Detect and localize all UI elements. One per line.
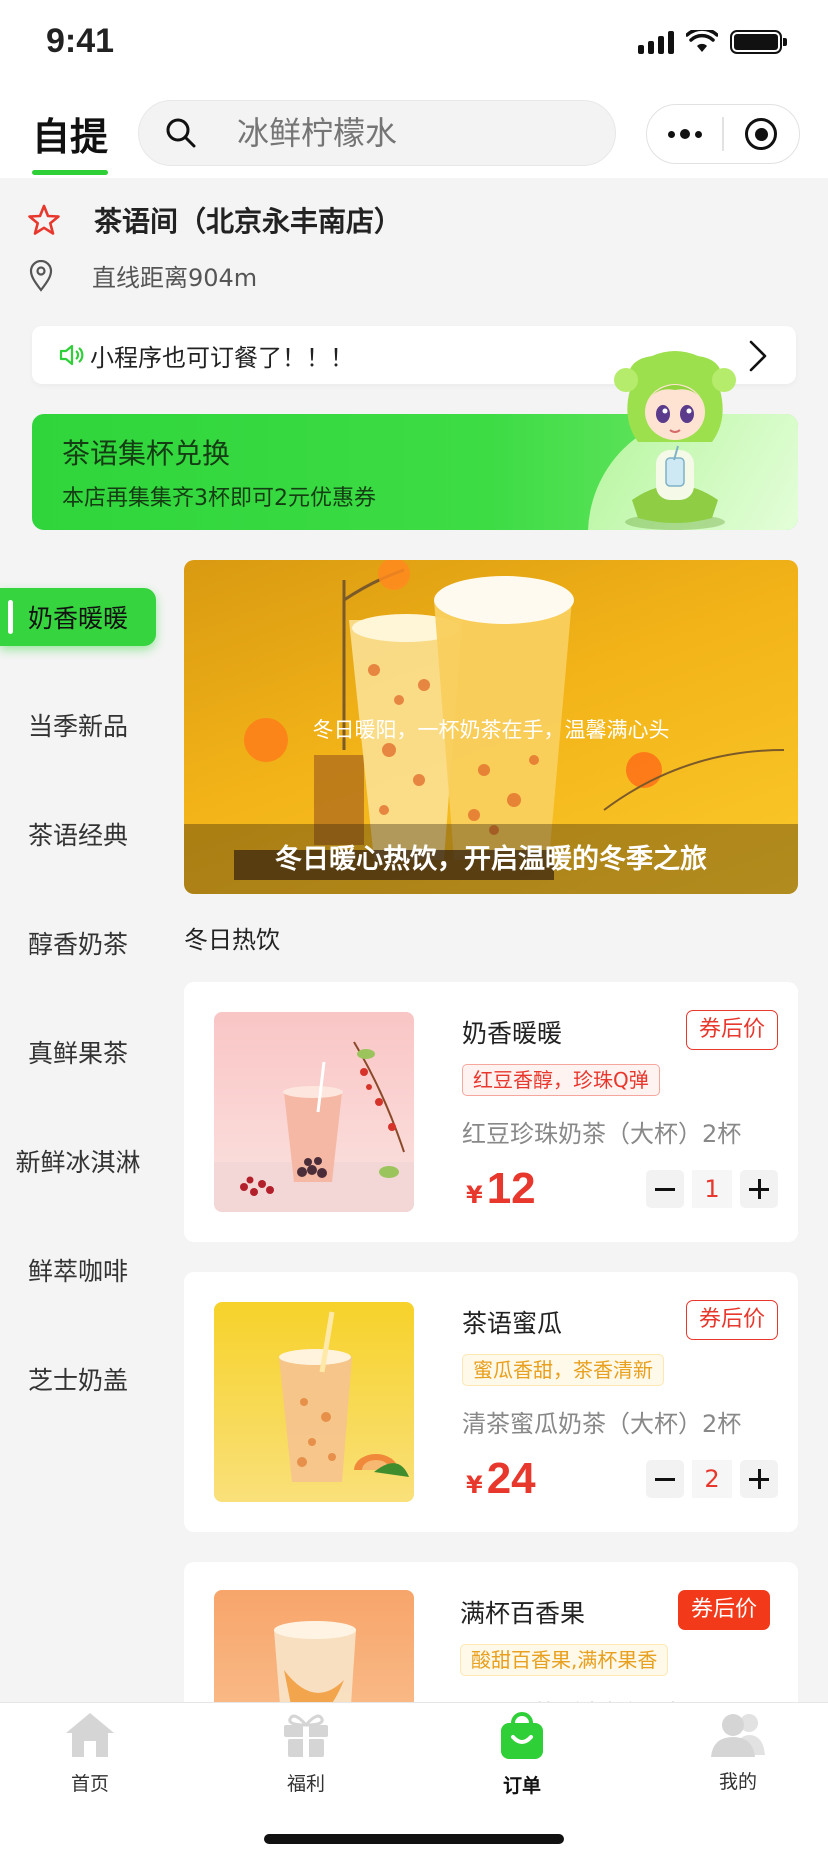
search-bar[interactable]	[138, 100, 616, 166]
category-label: 奶香暖暖	[27, 604, 128, 633]
product-card[interactable]: 奶香暖暖 券后价 红豆香醇，珍珠Q弹 红豆珍珠奶茶（大杯）2杯 ¥ 12 1	[184, 982, 798, 1242]
category-label: 鲜萃咖啡	[27, 1256, 128, 1286]
category-label: 当季新品	[27, 711, 128, 741]
gift-icon	[284, 1714, 328, 1757]
promo-title: 茶语集杯兑换	[62, 437, 231, 470]
category-item[interactable]: 真鲜果茶	[0, 997, 156, 1106]
product-description: 红豆珍珠奶茶（大杯）2杯	[462, 1120, 742, 1148]
product-price: ¥ 12	[466, 1164, 536, 1214]
status-time: 9:41	[46, 22, 115, 60]
store-name: 茶语间（北京永丰南店）	[94, 205, 403, 238]
decrement-button[interactable]	[646, 1460, 684, 1498]
promo-banner-image[interactable]: 冬日暖阳，一杯奶茶在手，温馨满心头 冬日暖心热饮，开启温暖的冬季之旅	[184, 560, 798, 894]
tab-profile[interactable]: 我的	[678, 1709, 798, 1794]
category-label: 新鲜冰淇淋	[15, 1147, 141, 1177]
shopping-bag-icon	[501, 1712, 543, 1759]
category-item[interactable]: 芝士奶盖	[0, 1324, 156, 1433]
location-pin-icon	[29, 259, 53, 292]
product-image[interactable]	[214, 1302, 414, 1502]
home-indicator	[264, 1834, 564, 1844]
user-icon	[711, 1714, 765, 1757]
star-icon[interactable]	[28, 204, 60, 236]
home-icon	[66, 1713, 114, 1757]
header: 自提	[0, 90, 828, 178]
store-distance: 直线距离904m	[92, 264, 258, 292]
speaker-icon	[59, 344, 84, 366]
currency-symbol: ¥	[466, 1181, 483, 1209]
tab-label: 我的	[718, 1771, 757, 1793]
quantity-stepper: 2	[646, 1460, 778, 1498]
product-name: 满杯百香果	[460, 1599, 586, 1628]
category-item[interactable]: 茶语经典	[0, 779, 156, 888]
increment-button[interactable]	[740, 1460, 778, 1498]
banner-caption-top: 冬日暖阳，一杯奶茶在手，温馨满心头	[312, 718, 670, 742]
tab-pickup[interactable]: 自提	[32, 106, 109, 175]
category-label: 芝士奶盖	[27, 1365, 128, 1395]
product-tag: 蜜瓜香甜，茶香清新	[462, 1354, 664, 1386]
coupon-price-badge: 券后价	[685, 1300, 778, 1340]
banner-caption-bottom: 冬日暖心热饮，开启温暖的冬季之旅	[275, 844, 707, 875]
quantity-stepper: 1	[646, 1170, 778, 1208]
tab-label: 订单	[502, 1775, 541, 1797]
price-value: 24	[486, 1454, 536, 1503]
category-item[interactable]: 当季新品	[0, 670, 156, 779]
tab-pickup-label: 自提	[32, 115, 109, 159]
coupon-price-badge: 券后价	[677, 1590, 770, 1630]
price-value: 12	[486, 1164, 536, 1213]
category-label: 真鲜果茶	[27, 1038, 128, 1068]
category-item[interactable]: 鲜萃咖啡	[0, 1215, 156, 1324]
status-bar: 9:41	[0, 0, 828, 90]
section-title: 冬日热饮	[184, 926, 280, 954]
tab-label: 福利	[286, 1773, 325, 1795]
product-tag: 酸甜百香果,满杯果香	[460, 1644, 669, 1676]
category-sidebar: 奶香暖暖 当季新品 茶语经典 醇香奶茶 真鲜果茶 新鲜冰淇淋 鲜萃咖啡 芝士奶盖	[0, 560, 170, 1433]
tab-orders[interactable]: 订单	[462, 1709, 582, 1798]
decrement-button[interactable]	[646, 1170, 684, 1208]
target-icon	[745, 118, 778, 150]
close-miniprogram-button[interactable]	[724, 105, 799, 163]
product-description: 清茶蜜瓜奶茶（大杯）2杯	[462, 1410, 742, 1438]
notice-text: 小程序也可订餐了！！！	[90, 343, 354, 372]
miniprogram-capsule	[646, 104, 800, 164]
product-card[interactable]: 茶语蜜瓜 券后价 蜜瓜香甜，茶香清新 清茶蜜瓜奶茶（大杯）2杯 ¥ 24 2	[184, 1272, 798, 1532]
store-name-row[interactable]: 茶语间（北京永丰南店）	[28, 200, 402, 240]
product-name: 奶香暖暖	[462, 1019, 563, 1048]
category-label: 醇香奶茶	[27, 929, 128, 959]
currency-symbol: ¥	[466, 1471, 483, 1499]
more-dots-icon	[667, 129, 702, 139]
mascot-illustration	[614, 351, 736, 530]
tab-underline	[32, 170, 109, 175]
product-name: 茶语蜜瓜	[462, 1309, 563, 1338]
product-image[interactable]	[214, 1012, 414, 1212]
category-label: 茶语经典	[27, 820, 128, 850]
product-tag: 红豆香醇，珍珠Q弹	[462, 1064, 660, 1096]
store-distance-row: 直线距离904m	[28, 258, 257, 293]
tab-home[interactable]: 首页	[30, 1709, 150, 1796]
promo-subtitle: 本店再集集齐3杯即可2元优惠券	[62, 486, 376, 511]
tab-label: 首页	[70, 1773, 109, 1795]
category-item[interactable]: 醇香奶茶	[0, 888, 156, 997]
increment-button[interactable]	[740, 1170, 778, 1208]
category-item-active[interactable]: 奶香暖暖	[0, 588, 156, 646]
status-icons	[638, 30, 787, 54]
chevron-right-icon	[749, 340, 767, 372]
quantity-value[interactable]: 1	[692, 1170, 732, 1208]
category-item[interactable]: 新鲜冰淇淋	[0, 1106, 156, 1215]
more-button[interactable]	[647, 105, 722, 163]
search-icon	[151, 116, 211, 150]
search-input[interactable]	[237, 114, 557, 152]
coupon-price-badge: 券后价	[685, 1010, 778, 1050]
battery-icon	[730, 30, 787, 54]
cellular-signal-icon	[638, 30, 674, 54]
product-price: ¥ 24	[466, 1454, 536, 1504]
tab-benefits[interactable]: 福利	[246, 1709, 366, 1796]
wifi-icon	[686, 30, 718, 52]
quantity-value[interactable]: 2	[692, 1460, 732, 1498]
